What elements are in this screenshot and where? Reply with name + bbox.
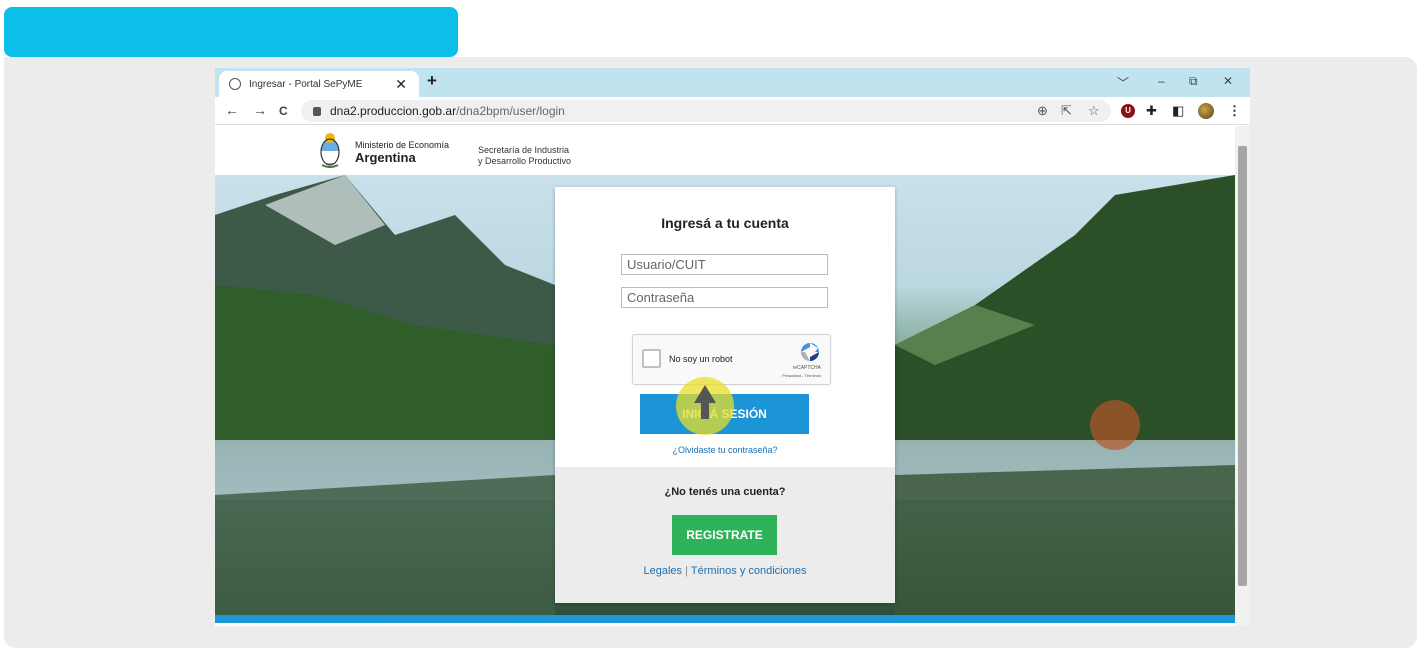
ministry-country: Argentina — [355, 150, 416, 165]
browser-toolbar: ← → C dna2.produccion.gob.ar/dna2bpm/use… — [215, 97, 1250, 125]
browser-window: Ingresar - Portal SePyME ✕ + ﹀ – ⧉ ✕ ← →… — [215, 68, 1250, 626]
address-bar[interactable]: dna2.produccion.gob.ar/dna2bpm/user/logi… — [301, 100, 1111, 122]
page-viewport: Ministerio de Economía Argentina Secreta… — [215, 126, 1235, 626]
arrow-cursor-icon — [694, 385, 716, 419]
lock-icon — [313, 106, 321, 116]
secretariat-line2: y Desarrollo Productivo — [478, 156, 572, 166]
password-input[interactable]: Contraseña — [621, 287, 828, 308]
forgot-password-link[interactable]: ¿Olvidaste tu contraseña? — [555, 445, 895, 455]
scrollbar-thumb[interactable] — [1238, 146, 1247, 586]
legal-link[interactable]: Legales — [644, 565, 683, 577]
top-banner — [4, 7, 458, 57]
url-path: /dna2bpm/user/login — [456, 104, 565, 118]
login-title: Ingresá a tu cuenta — [661, 215, 789, 231]
share-icon[interactable]: ⇱ — [1061, 103, 1072, 119]
ublock-extension-icon[interactable]: U — [1121, 104, 1135, 118]
window-close-button[interactable]: ✕ — [1223, 74, 1233, 88]
tab-title: Ingresar - Portal SePyME — [249, 78, 363, 90]
puzzle-extensions-icon[interactable]: ✚ — [1146, 103, 1157, 119]
recaptcha-checkbox[interactable] — [642, 349, 661, 368]
tab-strip: Ingresar - Portal SePyME ✕ + ﹀ – ⧉ ✕ — [215, 68, 1250, 97]
forward-button[interactable]: → — [253, 102, 267, 118]
footer-bar — [215, 615, 1235, 623]
recaptcha-widget: No soy un robot reCAPTCHA Privacidad - T… — [632, 334, 831, 385]
back-button[interactable]: ← — [225, 102, 239, 118]
secretariat-line1: Secretaría de Industria — [478, 145, 570, 155]
recaptcha-logo-icon — [801, 343, 819, 361]
browser-menu-icon[interactable]: ⋮ — [1228, 103, 1241, 119]
tab-search-icon[interactable]: ﹀ — [1117, 74, 1129, 91]
link-separator: | — [685, 565, 688, 577]
recaptcha-brand: reCAPTCHA — [792, 365, 821, 371]
new-tab-button[interactable]: + — [427, 71, 437, 91]
ministry-name: Ministerio de Economía — [355, 140, 450, 150]
zoom-icon[interactable]: ⊕ — [1037, 103, 1048, 119]
bookmark-star-icon[interactable]: ☆ — [1088, 103, 1100, 119]
argentina-crest-logo — [320, 133, 340, 168]
register-section: ¿No tenés una cuenta? REGISTRATE Legales… — [555, 467, 895, 603]
side-panel-icon[interactable]: ◧ — [1172, 103, 1184, 119]
minimize-button[interactable]: – — [1158, 74, 1165, 88]
reload-button[interactable]: C — [279, 104, 288, 118]
globe-icon — [229, 78, 241, 90]
cursor-highlight — [676, 377, 734, 435]
url-host: dna2.produccion.gob.ar — [330, 104, 457, 118]
profile-avatar[interactable] — [1198, 103, 1214, 119]
recaptcha-label: No soy un robot — [669, 354, 733, 364]
restore-button[interactable]: ⧉ — [1189, 74, 1198, 89]
no-account-text: ¿No tenés una cuenta? — [664, 486, 786, 498]
site-header: Ministerio de Economía Argentina Secreta… — [215, 126, 1235, 175]
login-card: Ingresá a tu cuenta Usuario/CUIT Contras… — [555, 187, 895, 603]
register-button[interactable]: REGISTRATE — [672, 515, 777, 555]
page-scrollbar[interactable] — [1235, 126, 1250, 626]
username-input[interactable]: Usuario/CUIT — [621, 254, 828, 275]
browser-tab[interactable]: Ingresar - Portal SePyME ✕ — [219, 71, 419, 97]
terms-link[interactable]: Términos y condiciones — [691, 565, 807, 577]
close-tab-icon[interactable]: ✕ — [395, 76, 407, 93]
footer-links: Legales | Términos y condiciones — [555, 565, 895, 577]
recaptcha-links[interactable]: Privacidad - Términos — [782, 373, 821, 378]
